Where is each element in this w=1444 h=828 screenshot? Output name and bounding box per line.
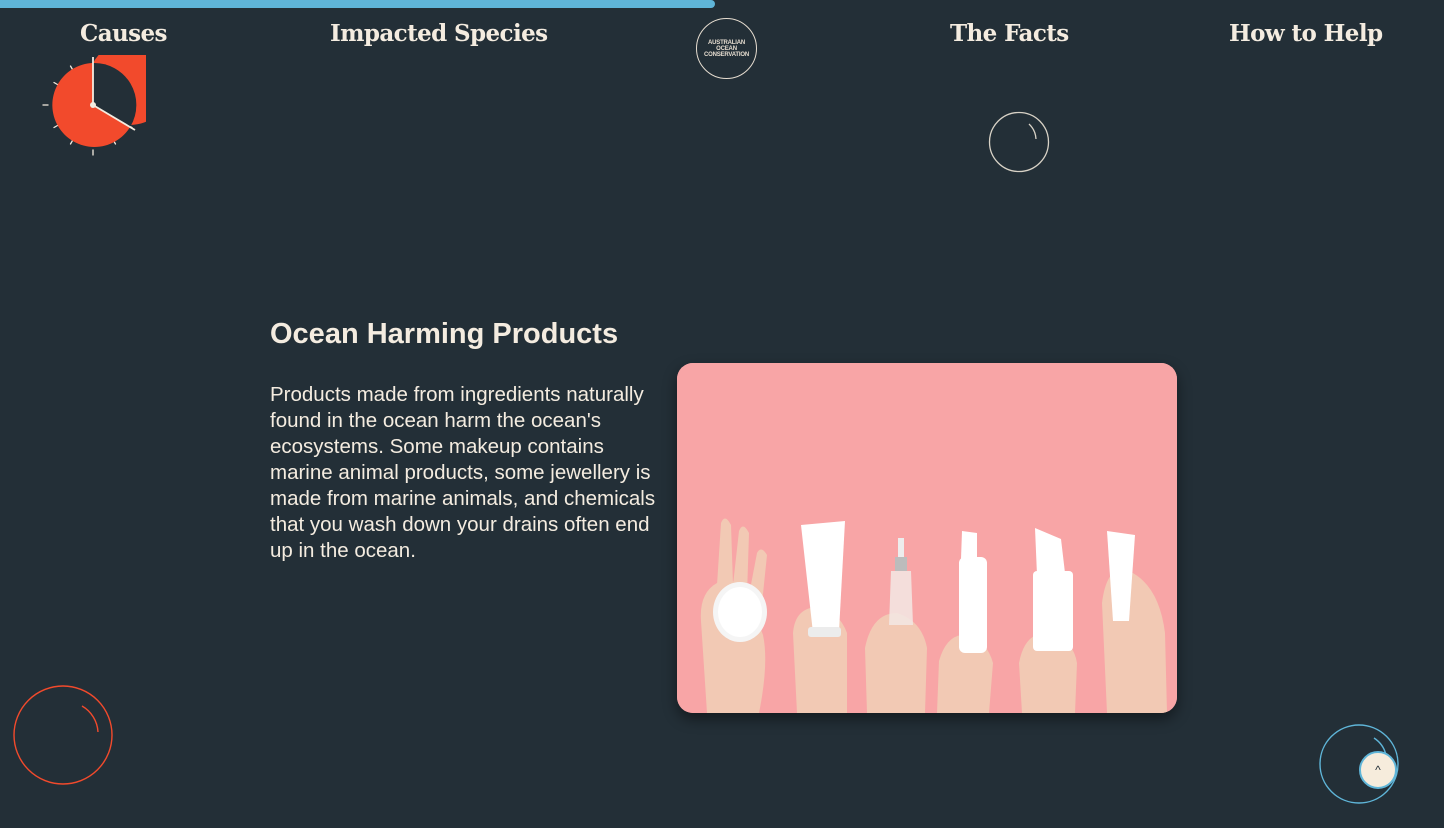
site-logo[interactable]: AUSTRALIAN OCEAN CONSERVATION bbox=[696, 18, 757, 79]
nav-link-how-to-help[interactable]: How to Help bbox=[1229, 20, 1383, 47]
cosmetic-products-image bbox=[677, 363, 1177, 713]
section-title: Ocean Harming Products bbox=[270, 318, 619, 350]
loading-spinner-icon bbox=[988, 111, 1050, 178]
scroll-progress-bar bbox=[0, 0, 1444, 8]
clock-timer-icon bbox=[40, 41, 172, 166]
loading-spinner-icon bbox=[12, 684, 114, 791]
logo-text: AUSTRALIAN OCEAN CONSERVATION bbox=[699, 40, 755, 58]
back-to-top-button[interactable]: ^ bbox=[1359, 751, 1397, 789]
scroll-progress-fill bbox=[0, 0, 715, 8]
nav-link-the-facts[interactable]: The Facts bbox=[950, 20, 1069, 47]
section-body-text: Products made from ingredients naturally… bbox=[270, 383, 656, 562]
caret-up-icon: ^ bbox=[1375, 763, 1381, 777]
logo-line-3: CONSERVATION bbox=[704, 51, 749, 58]
nav-link-impacted-species[interactable]: Impacted Species bbox=[330, 20, 548, 47]
nav-link-causes[interactable]: Causes bbox=[80, 20, 167, 47]
